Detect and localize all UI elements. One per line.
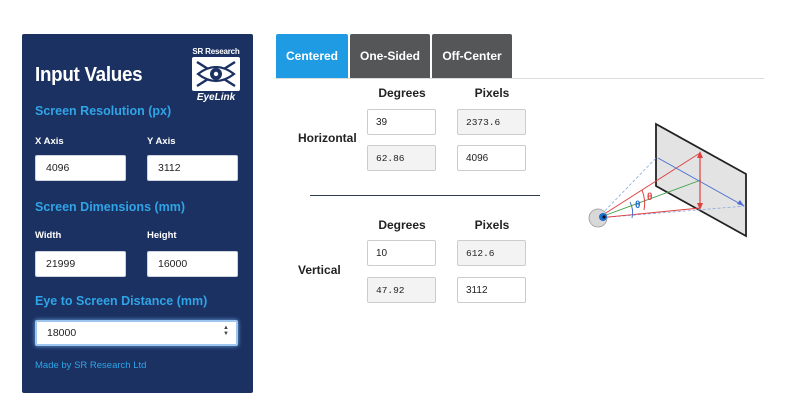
- vertical-degrees-input[interactable]: [367, 240, 436, 266]
- horizontal-label: Horizontal: [298, 131, 357, 145]
- x-axis-label: X Axis: [35, 136, 64, 147]
- degrees-header-horizontal: Degrees: [378, 86, 426, 100]
- spinner-arrows-icon[interactable]: ▲ ▼: [222, 325, 230, 337]
- degrees-header-vertical: Degrees: [378, 218, 426, 232]
- height-label: Height: [147, 230, 177, 241]
- tab-one-sided[interactable]: One-Sided: [350, 34, 430, 78]
- tab-off-center[interactable]: Off-Center: [432, 34, 512, 78]
- screen-resolution-heading: Screen Resolution (px): [35, 104, 172, 118]
- y-axis-input[interactable]: [147, 155, 238, 181]
- vertical-pixels-output: 612.6: [457, 240, 526, 266]
- tab-underline: [276, 78, 764, 79]
- vertical-pixels-input[interactable]: [457, 277, 526, 303]
- eye-icon: [589, 209, 607, 227]
- distance-heading: Eye to Screen Distance (mm): [35, 294, 208, 308]
- vertical-degrees-output: 47.92: [367, 277, 436, 303]
- x-axis-input[interactable]: [35, 155, 126, 181]
- input-values-panel: Input Values SR Research EyeLink Screen …: [22, 34, 253, 393]
- pixels-header-vertical: Pixels: [474, 218, 510, 232]
- logo-bottom-text: EyeLink: [196, 92, 236, 103]
- vertical-label: Vertical: [298, 263, 341, 277]
- horizontal-pixels-output: 2373.6: [457, 109, 526, 135]
- tab-centered[interactable]: Centered: [276, 34, 348, 78]
- theta-label-blue: θ: [635, 200, 641, 211]
- horizontal-degrees-input[interactable]: [367, 109, 436, 135]
- horizontal-degrees-output: 62.86: [367, 145, 436, 171]
- width-label: Width: [35, 230, 62, 241]
- distance-input[interactable]: [35, 320, 238, 346]
- height-input[interactable]: [147, 251, 238, 277]
- eye-logo-icon: [192, 57, 240, 91]
- eyelink-logo: SR Research EyeLink: [189, 47, 243, 103]
- width-input[interactable]: [35, 251, 126, 277]
- theta-label-red: θ: [647, 192, 653, 203]
- distance-stepper[interactable]: ▲▼: [35, 320, 238, 346]
- horizontal-pixels-input[interactable]: [457, 145, 526, 171]
- viewing-angle-illustration: θ θ: [580, 118, 760, 248]
- screen-dimensions-heading: Screen Dimensions (mm): [35, 200, 186, 214]
- y-axis-label: Y Axis: [147, 136, 176, 147]
- logo-top-text: SR Research: [192, 47, 240, 56]
- panel-title: Input Values: [35, 64, 143, 86]
- credit-text: Made by SR Research Ltd: [35, 360, 147, 371]
- section-divider: [310, 195, 540, 196]
- pixels-header-horizontal: Pixels: [474, 86, 510, 100]
